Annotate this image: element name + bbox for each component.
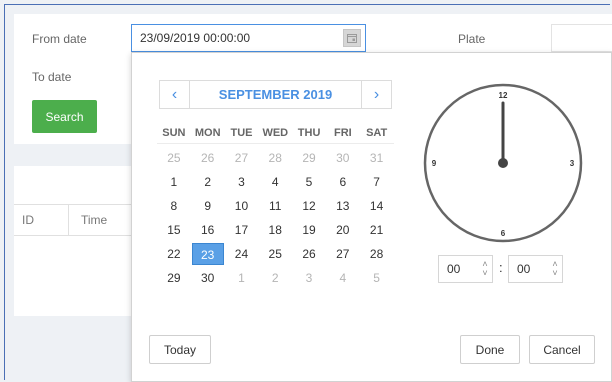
next-month-button[interactable]: › — [361, 81, 391, 108]
clock-number-12[interactable]: 12 — [499, 91, 508, 100]
calendar-day[interactable]: 20 — [327, 219, 359, 241]
calendar-day[interactable]: 4 — [259, 171, 291, 193]
weekday-label: MON — [194, 127, 221, 139]
calendar-day[interactable]: 30 — [327, 147, 359, 169]
calendar-day[interactable]: 27 — [327, 243, 359, 265]
time-separator: : — [499, 260, 503, 275]
calendar-header: ‹ SEPTEMBER 2019 › — [159, 80, 392, 109]
calendar-week-row: 22 23 24 25 26 27 28 — [157, 242, 394, 266]
column-divider — [68, 205, 69, 235]
calendar-week-row: 15 16 17 18 19 20 21 — [157, 218, 394, 242]
calendar-day[interactable]: 11 — [259, 195, 291, 217]
calendar-day[interactable]: 28 — [259, 147, 291, 169]
calendar-day[interactable]: 31 — [361, 147, 393, 169]
month-year-title[interactable]: SEPTEMBER 2019 — [190, 81, 361, 108]
clock-number-3[interactable]: 3 — [570, 159, 575, 168]
calendar-day[interactable]: 29 — [293, 147, 325, 169]
minute-spinner[interactable]: 00 ˄ ˅ — [508, 255, 563, 283]
calendar-day[interactable]: 15 — [158, 219, 190, 241]
clock-center — [498, 158, 508, 168]
calendar-day[interactable]: 6 — [327, 171, 359, 193]
chevron-right-icon: › — [373, 85, 380, 103]
to-date-label: To date — [32, 70, 72, 84]
weekday-label: TUE — [230, 127, 253, 139]
calendar-week-row: 1234567 — [157, 170, 394, 194]
minute-stepper[interactable]: ˄ ˅ — [548, 260, 562, 278]
plate-label: Plate — [458, 32, 486, 46]
cancel-button[interactable]: Cancel — [529, 335, 595, 364]
analog-clock[interactable]: 12 3 6 9 — [422, 82, 584, 244]
datetime-picker-popup: ‹ SEPTEMBER 2019 › SUN MON TUE WED THU FRI SAT… — [131, 52, 612, 382]
minute-value[interactable]: 00 — [509, 262, 548, 276]
calendar-day[interactable]: 22 — [158, 243, 190, 265]
search-button[interactable]: Search — [32, 100, 97, 133]
weekday-label: SAT — [366, 127, 388, 139]
calendar-icon — [347, 34, 357, 43]
calendar-day[interactable]: 17 — [225, 219, 257, 241]
calendar-grid: SUN MON TUE WED THU FRI SAT 25 26 27 28 29 30 31 1 2 3 4… — [157, 123, 394, 290]
calendar-day[interactable]: 26 — [192, 147, 224, 169]
chevron-down-icon[interactable]: ˅ — [482, 269, 487, 278]
calendar-day[interactable]: 16 — [192, 219, 224, 241]
calendar-day[interactable]: 12 — [293, 195, 325, 217]
calendar-day[interactable]: 18 — [259, 219, 291, 241]
calendar-day-selected[interactable]: 23 — [191, 243, 224, 265]
calendar-day[interactable]: 5 — [293, 171, 325, 193]
weekday-header: SUN MON TUE WED THU FRI SAT — [157, 123, 394, 144]
results-table: ID Time — [14, 166, 132, 316]
clock-number-6[interactable]: 6 — [501, 229, 506, 238]
calendar-day[interactable]: 8 — [158, 195, 190, 217]
table-header: ID Time — [14, 204, 132, 236]
calendar-day[interactable]: 25 — [259, 243, 291, 265]
calendar-day[interactable]: 9 — [192, 195, 224, 217]
column-id[interactable]: ID — [22, 213, 68, 227]
calendar-day[interactable]: 24 — [225, 243, 257, 265]
today-button[interactable]: Today — [149, 335, 211, 364]
done-button[interactable]: Done — [460, 335, 520, 364]
calendar-week-row: 25 26 27 28 29 30 31 — [157, 146, 394, 170]
column-time[interactable]: Time — [81, 213, 107, 227]
calendar-day[interactable]: 1 — [225, 267, 257, 289]
calendar-day[interactable]: 1 — [158, 171, 190, 193]
from-date-value: 23/09/2019 00:00:00 — [140, 31, 251, 45]
calendar-day[interactable]: 27 — [225, 147, 257, 169]
calendar-day[interactable]: 29 — [158, 267, 190, 289]
calendar-day[interactable]: 2 — [192, 171, 224, 193]
weekday-label: SUN — [162, 127, 186, 139]
calendar-day[interactable]: 4 — [327, 267, 359, 289]
from-date-input[interactable]: 23/09/2019 00:00:00 — [131, 24, 366, 52]
calendar-day[interactable]: 10 — [225, 195, 257, 217]
calendar-day[interactable]: 14 — [361, 195, 393, 217]
calendar-day[interactable]: 3 — [293, 267, 325, 289]
calendar-day[interactable]: 28 — [361, 243, 393, 265]
calendar-day[interactable]: 26 — [293, 243, 325, 265]
hour-stepper[interactable]: ˄ ˅ — [478, 260, 492, 278]
clock-number-9[interactable]: 9 — [432, 159, 437, 168]
calendar-day[interactable]: 19 — [293, 219, 325, 241]
calendar-week-row: 29 30 1 2 3 4 5 — [157, 266, 394, 290]
calendar-day[interactable]: 2 — [259, 267, 291, 289]
calendar-day[interactable]: 7 — [361, 171, 393, 193]
calendar-day[interactable]: 5 — [361, 267, 393, 289]
hour-value[interactable]: 00 — [439, 262, 478, 276]
weekday-label: THU — [297, 127, 321, 139]
calendar-day[interactable]: 30 — [192, 267, 224, 289]
prev-month-button[interactable]: ‹ — [160, 81, 190, 108]
weekday-label: WED — [262, 127, 289, 139]
calendar-week-row: 8 9 10 11 12 13 14 — [157, 194, 394, 218]
from-date-label: From date — [32, 32, 87, 46]
weekday-label: FRI — [334, 127, 352, 139]
calendar-days: 25 26 27 28 29 30 31 1 2 3 4 5 6 7 8 9 10 11 12 13 14 15 16 17 1… — [157, 146, 394, 290]
chevron-down-icon[interactable]: ˅ — [552, 269, 557, 278]
plate-input[interactable] — [551, 24, 612, 52]
calendar-day[interactable]: 3 — [225, 171, 257, 193]
calendar-day[interactable]: 21 — [361, 219, 393, 241]
calendar-day[interactable]: 13 — [327, 195, 359, 217]
calendar-day[interactable]: 25 — [158, 147, 190, 169]
calendar-toggle-button[interactable] — [343, 29, 361, 47]
chevron-left-icon: ‹ — [171, 85, 178, 103]
hour-spinner[interactable]: 00 ˄ ˅ — [438, 255, 493, 283]
